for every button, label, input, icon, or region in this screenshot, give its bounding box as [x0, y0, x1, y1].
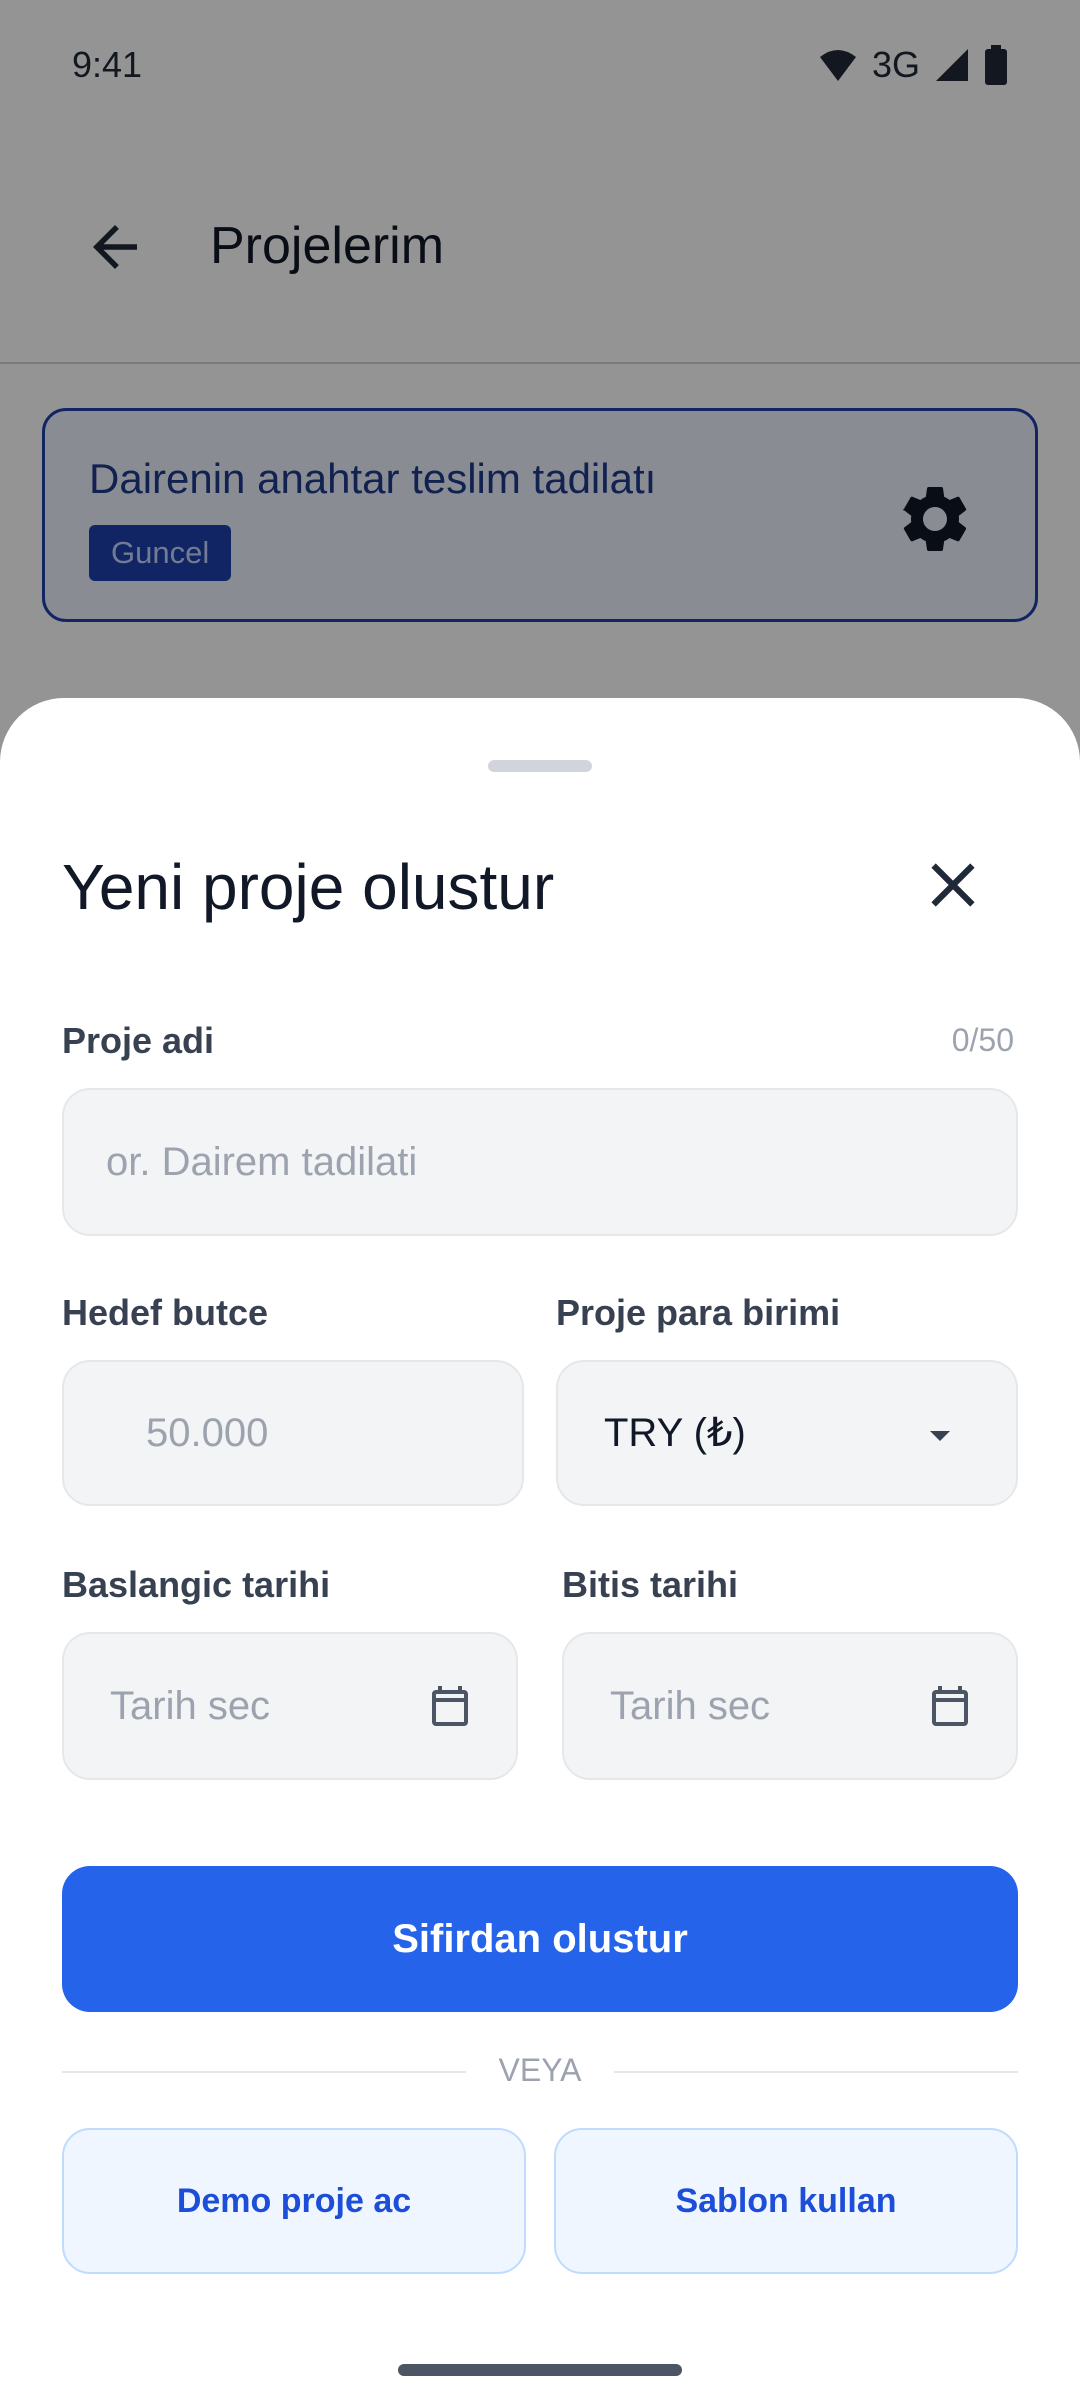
currency-select[interactable]: TRY (₺) — [556, 1360, 1018, 1506]
currency-selected-value: TRY (₺) — [604, 1411, 746, 1455]
create-from-scratch-button[interactable]: Sifirdan olustur — [62, 1866, 1018, 2012]
chevron-down-icon — [930, 1431, 950, 1441]
or-divider-label: VEYA — [498, 2052, 582, 2088]
start-date-placeholder: Tarih sec — [110, 1683, 271, 1728]
budget-input[interactable] — [146, 1362, 522, 1504]
new-project-sheet: Yeni proje olustur Proje adi 0/50 Hedef … — [0, 698, 1080, 2400]
character-counter: 0/50 — [951, 1022, 1014, 1058]
start-date-label: Baslangic tarihi — [62, 1564, 331, 1605]
project-name-input[interactable] — [106, 1090, 974, 1234]
home-indicator[interactable] — [398, 2364, 682, 2376]
start-date-field[interactable]: Tarih sec — [62, 1632, 518, 1780]
open-demo-project-button[interactable]: Demo proje ac — [62, 2128, 526, 2274]
calendar-icon[interactable] — [926, 1682, 974, 1730]
use-template-button[interactable]: Sablon kullan — [554, 2128, 1018, 2274]
project-name-label: Proje adi — [62, 1020, 215, 1061]
currency-label: Proje para birimi — [556, 1292, 841, 1333]
budget-field[interactable] — [62, 1360, 524, 1506]
close-icon[interactable] — [916, 848, 990, 922]
end-date-label: Bitis tarihi — [562, 1564, 739, 1605]
project-name-field[interactable] — [62, 1088, 1018, 1236]
end-date-field[interactable]: Tarih sec — [562, 1632, 1018, 1780]
drag-handle[interactable] — [488, 760, 592, 772]
budget-label: Hedef butce — [62, 1292, 269, 1333]
calendar-icon[interactable] — [426, 1682, 474, 1730]
sheet-title: Yeni proje olustur — [62, 851, 555, 923]
end-date-placeholder: Tarih sec — [610, 1683, 771, 1728]
